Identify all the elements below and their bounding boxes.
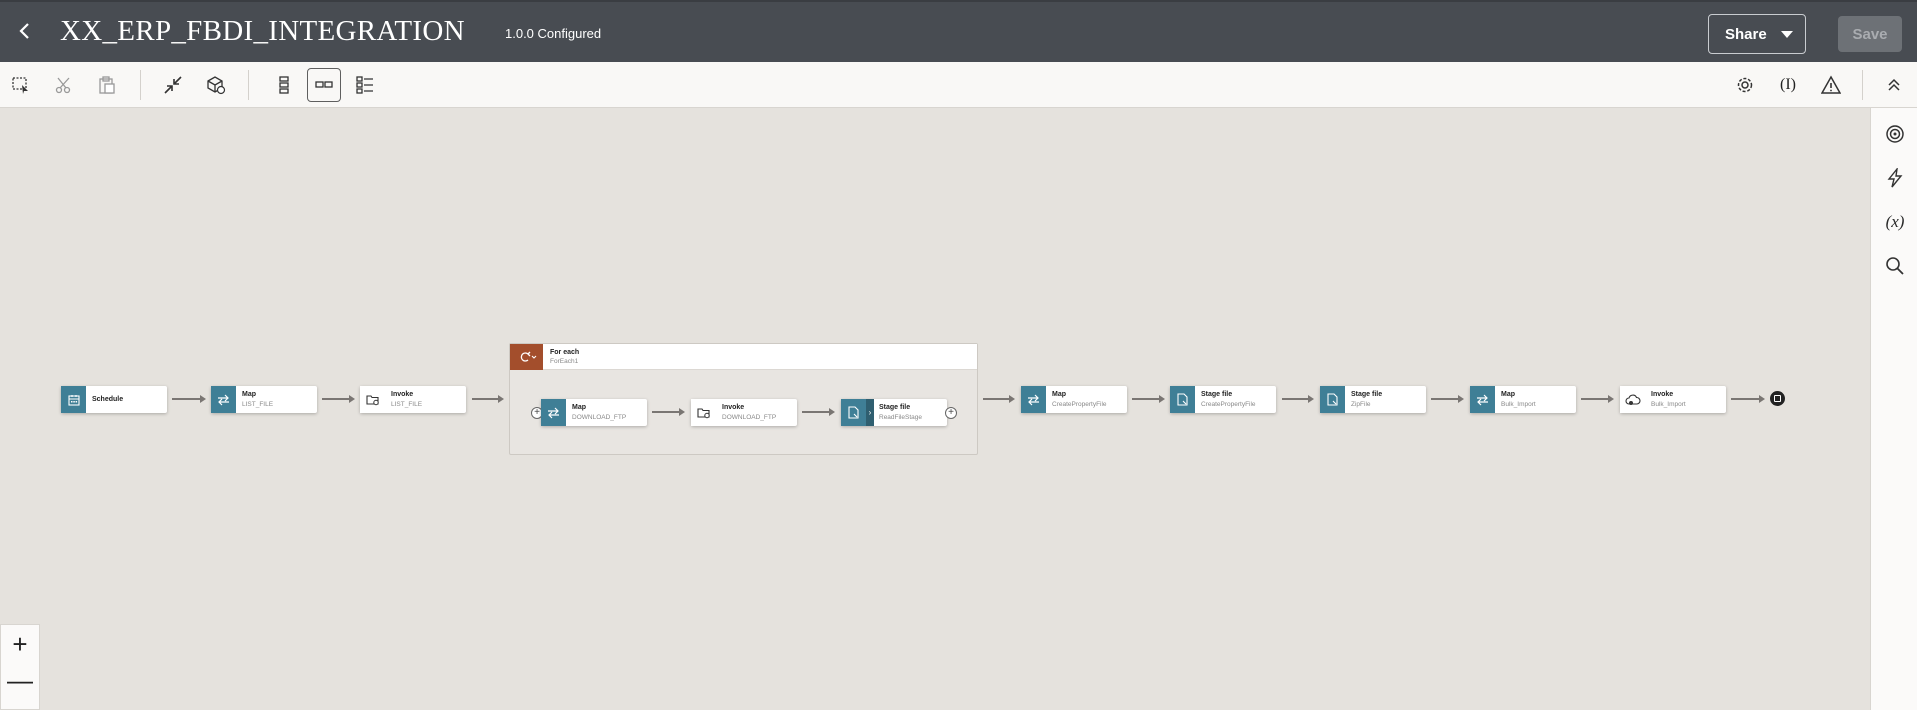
- share-label: Share: [1725, 25, 1767, 43]
- node-subtitle: ReadFileStage: [879, 414, 922, 421]
- map-node[interactable]: Map CreatePropertyFile: [1021, 386, 1127, 413]
- end-node[interactable]: [1770, 391, 1785, 406]
- connector-arrow: [1431, 395, 1464, 403]
- package-icon[interactable]: [199, 68, 233, 102]
- gear-icon[interactable]: [1728, 68, 1762, 102]
- map-arrows-icon: [211, 386, 236, 413]
- variables-icon[interactable]: (x): [1881, 208, 1909, 236]
- cloud-icon: [1620, 386, 1645, 413]
- calendar-icon: [61, 386, 86, 413]
- save-button[interactable]: Save: [1838, 16, 1902, 52]
- stage-file-node[interactable]: Stage file ZipFile: [1320, 386, 1426, 413]
- stage-file-node[interactable]: Stage file CreatePropertyFile: [1170, 386, 1276, 413]
- canvas-toolbar: (I): [0, 62, 1917, 108]
- warning-icon[interactable]: [1814, 68, 1848, 102]
- toolbar-divider: [1862, 70, 1863, 100]
- invoke-node[interactable]: Invoke Bulk_Import: [1620, 386, 1726, 413]
- connector-arrow: [652, 408, 685, 416]
- select-icon[interactable]: [4, 68, 38, 102]
- map-node[interactable]: Map LIST_FILE: [211, 386, 317, 413]
- connector-arrow: [1132, 395, 1165, 403]
- node-subtitle: Bulk_Import: [1501, 401, 1536, 408]
- vertical-layout-icon[interactable]: [267, 68, 301, 102]
- search-icon[interactable]: [1881, 252, 1909, 280]
- node-subtitle: LIST_FILE: [391, 401, 423, 408]
- file-icon: [841, 399, 866, 426]
- node-subtitle: DOWNLOAD_FTP: [572, 414, 627, 421]
- connector-arrow: [1581, 395, 1614, 403]
- chevron-left-icon: [19, 23, 29, 39]
- share-button[interactable]: Share: [1708, 14, 1806, 54]
- foreach-title: For each: [550, 349, 580, 356]
- zoom-in-button[interactable]: +: [5, 629, 35, 659]
- node-title: Invoke: [722, 404, 745, 411]
- connector-arrow: [322, 395, 355, 403]
- node-title: Schedule: [92, 396, 124, 403]
- cut-icon[interactable]: [47, 68, 81, 102]
- node-subtitle: ZipFile: [1351, 401, 1371, 408]
- connector-arrow: [1731, 395, 1765, 403]
- page-title: XX_ERP_FBDI_INTEGRATION: [60, 15, 465, 47]
- connector-arrow: [172, 395, 206, 403]
- map-node[interactable]: Map DOWNLOAD_FTP: [541, 399, 647, 426]
- map-node[interactable]: Map Bulk_Import: [1470, 386, 1576, 413]
- node-subtitle: LIST_FILE: [242, 401, 274, 408]
- caret-down-icon: [1780, 30, 1793, 38]
- pseudo-layout-icon[interactable]: [348, 68, 382, 102]
- back-button[interactable]: [10, 16, 40, 46]
- node-title: Map: [242, 391, 256, 398]
- node-title: Map: [1052, 391, 1066, 398]
- target-icon[interactable]: [1881, 120, 1909, 148]
- invoke-node[interactable]: Invoke LIST_FILE: [360, 386, 466, 413]
- lightning-icon[interactable]: [1881, 164, 1909, 192]
- toolbar-divider: [248, 70, 249, 100]
- node-subtitle: CreatePropertyFile: [1201, 401, 1256, 408]
- toolbar-divider: [140, 70, 141, 100]
- map-arrows-icon: [1021, 386, 1046, 413]
- connector-arrow: [472, 395, 504, 403]
- horizontal-layout-icon[interactable]: [307, 68, 341, 102]
- folder-invoke-icon: [691, 399, 716, 426]
- zoom-controls: + —: [0, 624, 40, 710]
- connector-arrow: [802, 408, 835, 416]
- foreach-header: For each ForEach1: [510, 344, 977, 370]
- zoom-out-button[interactable]: —: [5, 665, 35, 695]
- node-title: Stage file: [879, 404, 911, 411]
- collapse-icon[interactable]: [156, 68, 190, 102]
- node-title: Stage file: [1201, 391, 1233, 398]
- app-header: XX_ERP_FBDI_INTEGRATION 1.0.0 Configured…: [0, 0, 1917, 62]
- node-title: Stage file: [1351, 391, 1383, 398]
- paste-icon[interactable]: [90, 68, 124, 102]
- right-rail: (x): [1870, 108, 1917, 710]
- invoke-node[interactable]: Invoke DOWNLOAD_FTP: [691, 399, 797, 426]
- node-subtitle: Bulk_Import: [1651, 401, 1686, 408]
- map-arrows-icon: [1470, 386, 1495, 413]
- node-title: Invoke: [391, 391, 414, 398]
- foreach-subtitle: ForEach1: [550, 358, 579, 365]
- file-icon: [1320, 386, 1345, 413]
- node-title: Map: [1501, 391, 1515, 398]
- node-title: Invoke: [1651, 391, 1674, 398]
- chevron-right-icon: ›: [866, 399, 874, 426]
- version-label: 1.0.0 Configured: [505, 26, 602, 41]
- foreach-container[interactable]: For each ForEach1 + Map DOWNLOAD_FTP Inv…: [509, 343, 978, 455]
- connector-arrow: [983, 395, 1015, 403]
- add-step-button[interactable]: +: [945, 407, 957, 419]
- node-subtitle: CreatePropertyFile: [1052, 401, 1107, 408]
- map-arrows-icon: [541, 399, 566, 426]
- connector-arrow: [1282, 395, 1314, 403]
- collapse-up-icon[interactable]: [1877, 68, 1911, 102]
- node-title: Map: [572, 404, 586, 411]
- stage-file-node[interactable]: › Stage file ReadFileStage: [841, 399, 947, 426]
- folder-invoke-icon: [360, 386, 385, 413]
- schedule-node[interactable]: Schedule: [61, 386, 167, 413]
- loop-icon: [510, 344, 543, 370]
- node-subtitle: DOWNLOAD_FTP: [722, 414, 777, 421]
- file-icon: [1170, 386, 1195, 413]
- tracking-icon[interactable]: (I): [1771, 68, 1805, 102]
